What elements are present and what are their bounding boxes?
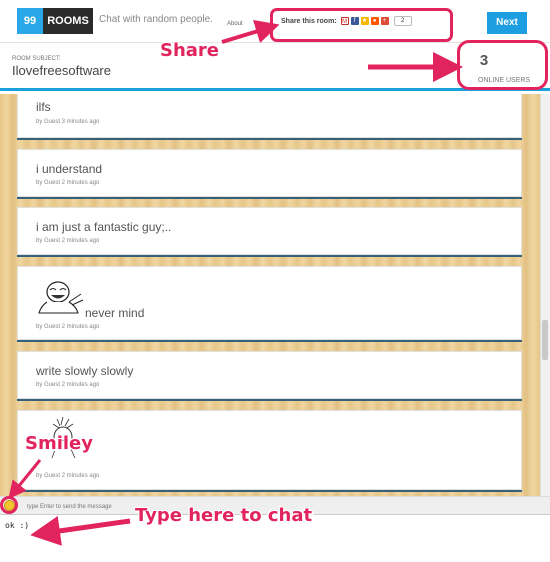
smiley-highlight xyxy=(0,496,18,514)
about-link[interactable]: About xyxy=(227,21,243,27)
type-here-annotation: Type here to chat xyxy=(135,505,313,526)
chat-scrollbar[interactable] xyxy=(540,94,550,496)
message-meta: by Guest 2 minutes ago xyxy=(36,324,100,330)
message-input-value: ok :) xyxy=(5,521,30,530)
message-text: i am just a fantastic guy;.. xyxy=(36,220,172,234)
message-text: never mind xyxy=(85,306,145,320)
message-card: i understand by Guest 2 minutes ago xyxy=(17,149,522,197)
message-meta: by Guest 2 minutes ago xyxy=(36,382,100,388)
message-card: i am just a fantastic guy;.. by Guest 2 … xyxy=(17,207,522,255)
logo-word: ROOMS xyxy=(43,8,93,34)
logo-number: 99 xyxy=(17,8,43,34)
message-card: write slowly slowly by Guest 2 minutes a… xyxy=(17,351,522,399)
message-meta: by Guest 3 minutes ago xyxy=(36,119,100,125)
message-card: ilfs by Guest 3 minutes ago xyxy=(17,94,522,138)
message-meta: by Guest 2 minutes ago xyxy=(36,238,100,244)
share-annotation: Share xyxy=(160,40,220,61)
message-text: ilfs xyxy=(36,100,51,114)
message-card: never mind by Guest 2 minutes ago xyxy=(17,266,522,340)
chat-room-page: 99 ROOMS Chat with random people. About … xyxy=(0,0,550,562)
share-highlight xyxy=(270,8,453,42)
scrollbar-thumb[interactable] xyxy=(542,320,548,360)
message-meta: by Guest 2 minutes ago xyxy=(36,473,100,479)
meme-face-image xyxy=(38,281,84,314)
message-text: i understand xyxy=(36,162,103,176)
next-button[interactable]: Next xyxy=(487,12,527,34)
message-text: write slowly slowly xyxy=(36,364,134,378)
message-meta: by Guest 2 minutes ago xyxy=(36,180,100,186)
room-subject-caption: ROOM SUBJECT: xyxy=(12,56,61,62)
online-users-highlight xyxy=(457,40,548,90)
tagline: Chat with random people. xyxy=(99,14,213,25)
room-subject-name: Ilovefreesoftware xyxy=(12,63,111,78)
composer-hint: type Enter to send the message xyxy=(27,504,112,510)
smiley-annotation: Smiley xyxy=(25,433,94,454)
site-logo[interactable]: 99 ROOMS xyxy=(17,8,93,34)
